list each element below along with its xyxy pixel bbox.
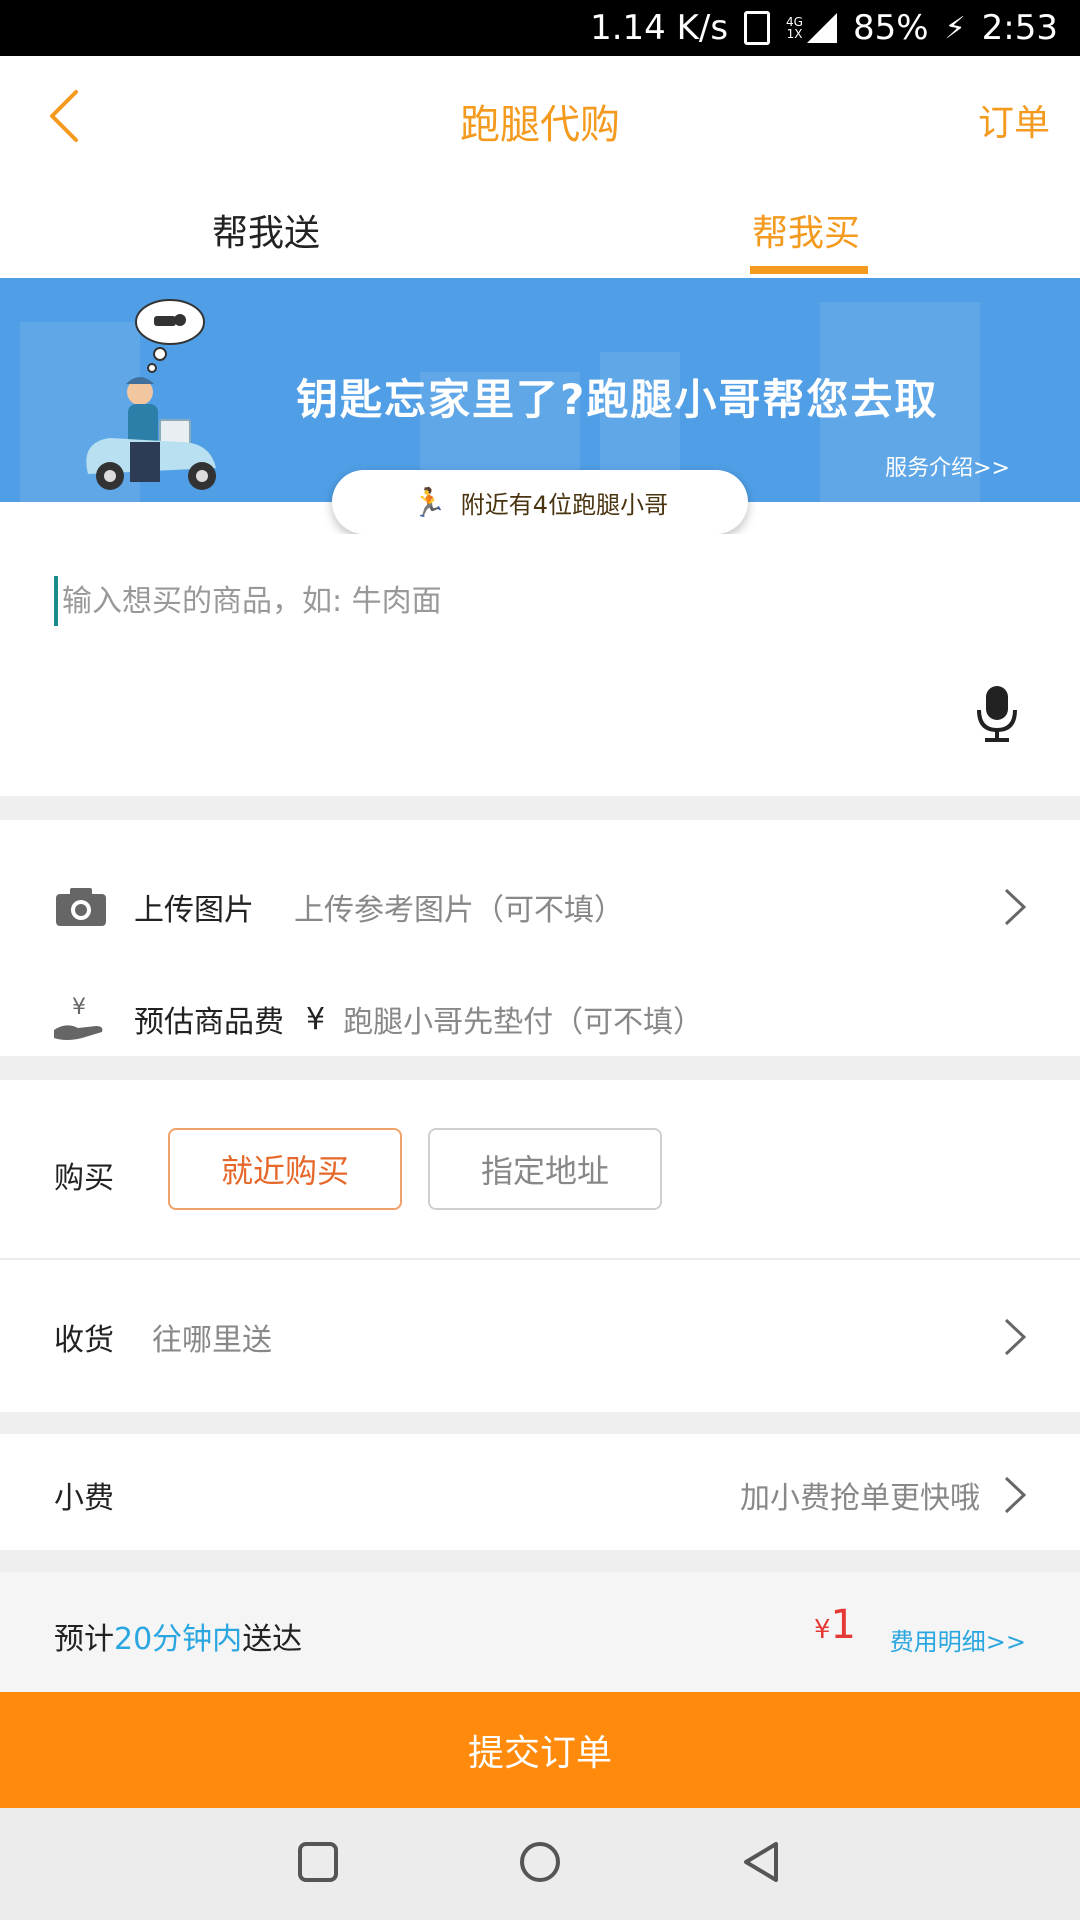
eta-prefix: 预计	[54, 1622, 114, 1657]
receive-hint: 往哪里送	[152, 1323, 272, 1358]
eta-minutes: 20分钟内	[114, 1622, 243, 1657]
back-icon[interactable]	[740, 1840, 784, 1884]
tip-row[interactable]: 小费 加小费抢单更快哦	[0, 1470, 1080, 1520]
network-type: 4G 1X	[786, 16, 803, 40]
tip-section: 小费 加小费抢单更快哦	[0, 1434, 1080, 1550]
service-intro-link[interactable]: 服务介绍>>	[885, 450, 1010, 482]
order-summary: 预计20分钟内送达 ¥1 费用明细>>	[0, 1572, 1080, 1692]
tab-buy-for-me[interactable]: 帮我买	[752, 204, 860, 256]
upload-image-hint: 上传参考图片（可不填）	[294, 893, 624, 928]
nearby-couriers-badge: 🏃 附近有4位跑腿小哥	[332, 470, 748, 534]
app-header: 跑腿代购 订单	[0, 56, 1080, 176]
sim-icon	[744, 11, 771, 45]
goods-input-area	[0, 534, 1080, 796]
estimated-cost-hint: 跑腿小哥先垫付（可不填）	[343, 1005, 704, 1040]
banner-headline: 钥匙忘家里了?跑腿小哥帮您去取	[296, 375, 939, 424]
signal-icon	[806, 13, 837, 43]
section-divider	[0, 1550, 1080, 1572]
network-speed: 1.14 K/s	[590, 8, 729, 48]
price-currency: ¥	[814, 1615, 831, 1645]
eta-text: 预计20分钟内送达	[54, 1614, 302, 1658]
page-title: 跑腿代购	[460, 102, 620, 148]
total-price: ¥1	[814, 1602, 856, 1648]
eta-suffix: 送达	[242, 1622, 303, 1657]
fee-detail-link[interactable]: 费用明细>>	[890, 1622, 1026, 1657]
svg-text:¥: ¥	[72, 995, 86, 1020]
upload-image-row[interactable]: 上传图片 上传参考图片（可不填）	[0, 882, 1080, 932]
estimated-cost-label: 预估商品费	[134, 1005, 284, 1040]
tip-hint: 加小费抢单更快哦	[740, 1481, 980, 1516]
goods-input[interactable]	[54, 576, 954, 626]
home-icon[interactable]	[518, 1840, 562, 1884]
network-type-bottom: 1X	[786, 27, 803, 41]
chevron-right-icon	[1004, 1476, 1027, 1514]
price-value: 1	[830, 1602, 856, 1648]
courier-scooter-illustration	[86, 299, 216, 490]
system-nav-bar	[0, 1808, 1080, 1920]
section-divider	[0, 1412, 1080, 1434]
tab-send-for-me[interactable]: 帮我送	[212, 204, 320, 256]
promo-banner[interactable]: 钥匙忘家里了?跑腿小哥帮您去取 服务介绍>>	[0, 278, 1080, 502]
money-hand-icon: ¥	[54, 995, 103, 1040]
submit-order-button[interactable]: 提交订单	[0, 1692, 1080, 1808]
extra-info-section: 上传图片 上传参考图片（可不填） ¥ 预估商品费 ¥ 跑腿小哥先垫付（可不填）	[0, 820, 1080, 1056]
estimated-cost-row[interactable]: ¥ 预估商品费 ¥ 跑腿小哥先垫付（可不填）	[0, 994, 1080, 1044]
tab-bar: 帮我送 帮我买	[0, 176, 1080, 278]
recents-icon[interactable]	[296, 1840, 340, 1884]
camera-icon	[56, 888, 106, 926]
receive-section: 收货 往哪里送	[0, 1260, 1080, 1412]
orders-link[interactable]: 订单	[978, 94, 1050, 146]
receive-label: 收货	[54, 1323, 114, 1358]
purchase-section: 购买 就近购买 指定地址	[0, 1080, 1080, 1260]
section-divider	[0, 1056, 1080, 1080]
clock: 2:53	[981, 8, 1058, 48]
currency-symbol: ¥	[306, 1001, 326, 1037]
purchase-label: 购买	[54, 1161, 114, 1196]
buy-nearby-button[interactable]: 就近购买	[168, 1128, 402, 1210]
section-divider	[0, 796, 1080, 820]
signal-indicator: 4G 1X	[786, 13, 837, 43]
tip-label: 小费	[54, 1481, 114, 1516]
chevron-right-icon	[1004, 1318, 1027, 1356]
nearby-couriers-text: 附近有4位跑腿小哥	[460, 490, 669, 519]
receive-address-row[interactable]: 收货 往哪里送	[0, 1312, 1080, 1362]
active-tab-indicator	[750, 266, 868, 274]
status-bar: 1.14 K/s 4G 1X 85% ⚡ 2:53	[0, 0, 1080, 56]
chevron-right-icon	[1004, 888, 1027, 926]
upload-image-label: 上传图片	[134, 893, 254, 928]
specify-address-button[interactable]: 指定地址	[428, 1128, 662, 1210]
microphone-icon[interactable]	[974, 684, 1020, 744]
battery-level: 85%	[852, 8, 929, 48]
charging-icon: ⚡	[944, 10, 966, 46]
runner-icon: 🏃	[411, 485, 447, 519]
